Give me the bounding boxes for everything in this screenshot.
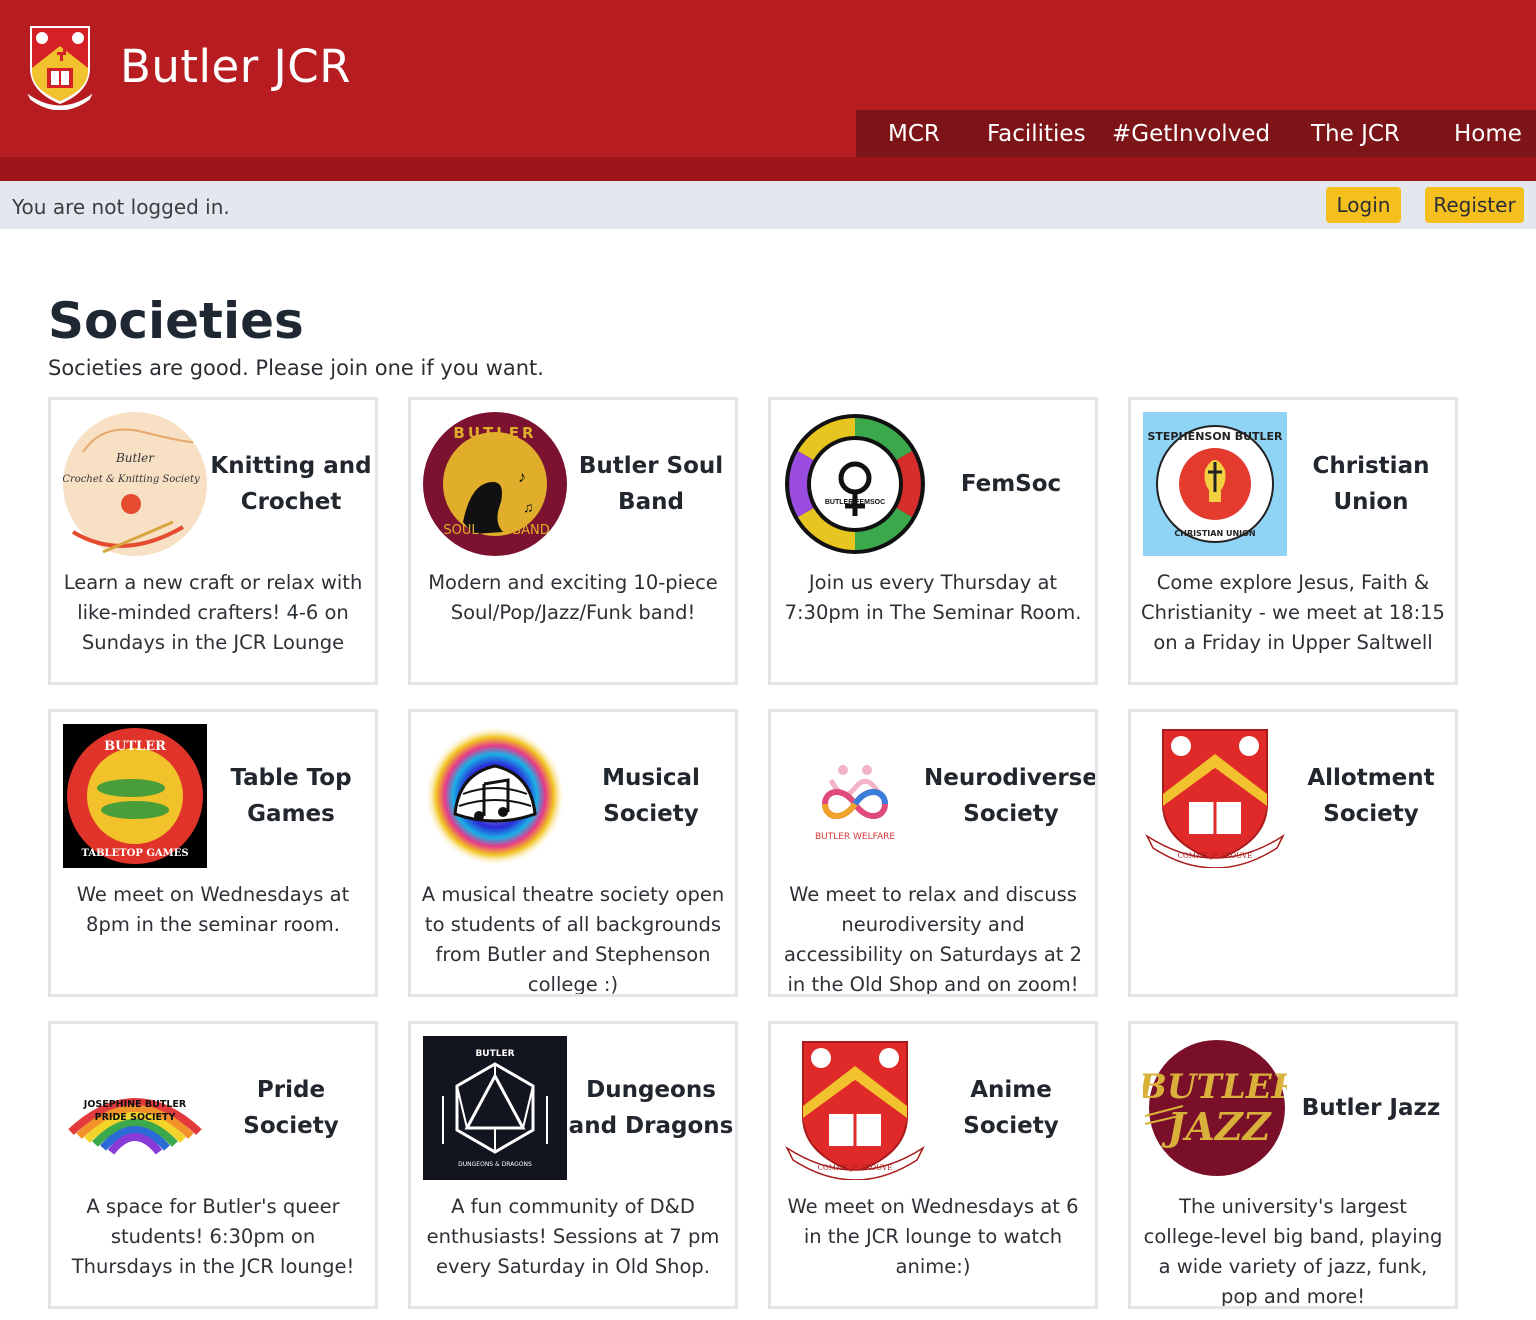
svg-text:JAZZ: JAZZ [1162,1104,1272,1149]
svg-text:♫: ♫ [523,499,534,515]
svg-text:Butler: Butler [115,451,155,465]
svg-text:SOUL: SOUL [443,523,479,538]
society-name: Dungeons and Dragons [568,1077,734,1139]
svg-text:BUTLER: BUTLER [475,1049,514,1059]
society-name: Butler Soul Band [578,453,724,515]
svg-text:COMME JE TROUVE: COMME JE TROUVE [818,1164,893,1172]
society-name: Anime Society [963,1077,1059,1139]
svg-text:♪: ♪ [518,469,526,486]
knitting-society-logo: Butler Crochet & Knitting Society [63,412,207,556]
society-description: The university's largest college-level b… [1143,1195,1443,1308]
society-card-christian-union[interactable]: STEPHENSON BUTLER CHRISTIAN UNION Christ… [1128,397,1458,685]
college-crest-logo[interactable] [24,22,96,110]
christian-union-logo: STEPHENSON BUTLER CHRISTIAN UNION [1143,412,1287,556]
svg-text:TABLETOP GAMES: TABLETOP GAMES [81,848,188,859]
society-name: Knitting and Crochet [210,453,372,515]
nav-mcr[interactable]: MCR [888,121,940,147]
society-name: Butler Jazz [1301,1095,1441,1121]
svg-text:JOSEPHINE BUTLER: JOSEPHINE BUTLER [83,1099,187,1110]
society-name: Musical Society [602,765,700,827]
society-card-knitting[interactable]: Butler Crochet & Knitting Society Knitti… [48,397,378,685]
svg-text:BUTLER: BUTLER [1143,1067,1287,1107]
college-crest-allotment: COMME JE TROUVE [1143,724,1287,868]
society-description: Come explore Jesus, Faith & Christianity… [1141,571,1445,654]
society-card-neurodiverse[interactable]: BUTLER WELFARE Neurodiverse Society We m… [768,709,1098,997]
society-card-pride[interactable]: JOSEPHINE BUTLER PRIDE SOCIETY Pride Soc… [48,1021,378,1309]
pride-society-logo: JOSEPHINE BUTLER PRIDE SOCIETY [63,1036,207,1180]
society-card-allotment[interactable]: COMME JE TROUVE Allotment Society [1128,709,1458,997]
nav-the-jcr[interactable]: The JCR [1311,121,1400,147]
society-name: Allotment Society [1307,765,1435,827]
musical-society-logo [425,726,565,866]
society-card-dnd[interactable]: BUTLER DUNGEONS & DRAGONS Dungeons and D… [408,1021,738,1309]
main-nav: MCR Facilities #GetInvolved The JCR Home [856,110,1536,157]
header-strip [0,157,1536,181]
society-description: We meet to relax and discuss neurodivers… [783,883,1083,996]
svg-text:BUTLER FEMSOC: BUTLER FEMSOC [825,499,885,506]
society-name: Table Top Games [230,765,352,827]
site-title[interactable]: Butler JCR [120,40,351,93]
society-description: We meet on Wednesdays at 6 in the JCR lo… [787,1195,1079,1278]
society-card-soul-band[interactable]: ♪ ♫ BUTLER SOUL BAND Butler Soul Band Mo… [408,397,738,685]
svg-text:BUTLER: BUTLER [104,739,166,754]
page-title: Societies [48,292,304,350]
page-subtitle: Societies are good. Please join one if y… [48,356,544,380]
society-description: A fun community of D&D enthusiasts! Sess… [426,1195,720,1278]
college-crest-anime: COMME JE TROUVE [783,1036,927,1180]
dnd-society-logo: BUTLER DUNGEONS & DRAGONS [423,1036,567,1180]
society-card-musical-society[interactable]: Musical Society A musical theatre societ… [408,709,738,997]
svg-text:DUNGEONS & DRAGONS: DUNGEONS & DRAGONS [458,1161,532,1168]
login-button[interactable]: Login [1326,187,1401,223]
society-name: Pride Society [243,1077,339,1139]
svg-text:Crochet & Knitting Society: Crochet & Knitting Society [63,474,200,485]
nav-facilities[interactable]: Facilities [987,121,1086,147]
society-description: Learn a new craft or relax with like-min… [63,571,363,654]
society-name: FemSoc [960,471,1062,497]
svg-text:PRIDE SOCIETY: PRIDE SOCIETY [95,1112,176,1123]
svg-text:BUTLER: BUTLER [453,424,536,442]
svg-text:BUTLER WELFARE: BUTLER WELFARE [815,832,895,842]
society-card-butler-jazz[interactable]: BUTLER JAZZ Butler Jazz The university's… [1128,1021,1458,1309]
svg-text:COMME JE TROUVE: COMME JE TROUVE [1178,852,1253,860]
login-status-bar: You are not logged in. Login Register [0,181,1536,229]
svg-text:STEPHENSON BUTLER: STEPHENSON BUTLER [1147,430,1283,443]
nav-home[interactable]: Home [1454,121,1522,147]
society-description: Join us every Thursday at 7:30pm in The … [784,571,1082,624]
login-status-text: You are not logged in. [12,195,230,219]
soul-band-logo: ♪ ♫ BUTLER SOUL BAND [423,412,567,556]
register-button[interactable]: Register [1425,187,1524,223]
tabletop-games-logo: BUTLER TABLETOP GAMES [63,724,207,868]
site-header: Butler JCR MCR Facilities #GetInvolved T… [0,0,1536,181]
society-card-femsoc[interactable]: BUTLER FEMSOC FemSoc Join us every Thurs… [768,397,1098,685]
nav-getinvolved[interactable]: #GetInvolved [1112,121,1270,147]
society-card-table-top-games[interactable]: BUTLER TABLETOP GAMES Table Top Games We… [48,709,378,997]
society-name: Christian Union [1312,453,1430,515]
femsoc-logo: BUTLER FEMSOC [785,414,925,554]
society-card-anime[interactable]: COMME JE TROUVE Anime Society We meet on… [768,1021,1098,1309]
butler-welfare-logo: BUTLER WELFARE [783,724,927,868]
society-description: Modern and exciting 10-piece Soul/Pop/Ja… [428,571,718,624]
butler-jazz-logo: BUTLER JAZZ [1143,1036,1287,1180]
society-name: Neurodiverse Society [924,765,1098,827]
society-description: A space for Butler's queer students! 6:3… [71,1195,355,1278]
society-description: We meet on Wednesdays at 8pm in the semi… [76,883,350,936]
svg-text:BAND: BAND [512,523,550,538]
svg-text:CHRISTIAN UNION: CHRISTIAN UNION [1174,529,1255,538]
society-description: A musical theatre society open to studen… [421,883,725,996]
